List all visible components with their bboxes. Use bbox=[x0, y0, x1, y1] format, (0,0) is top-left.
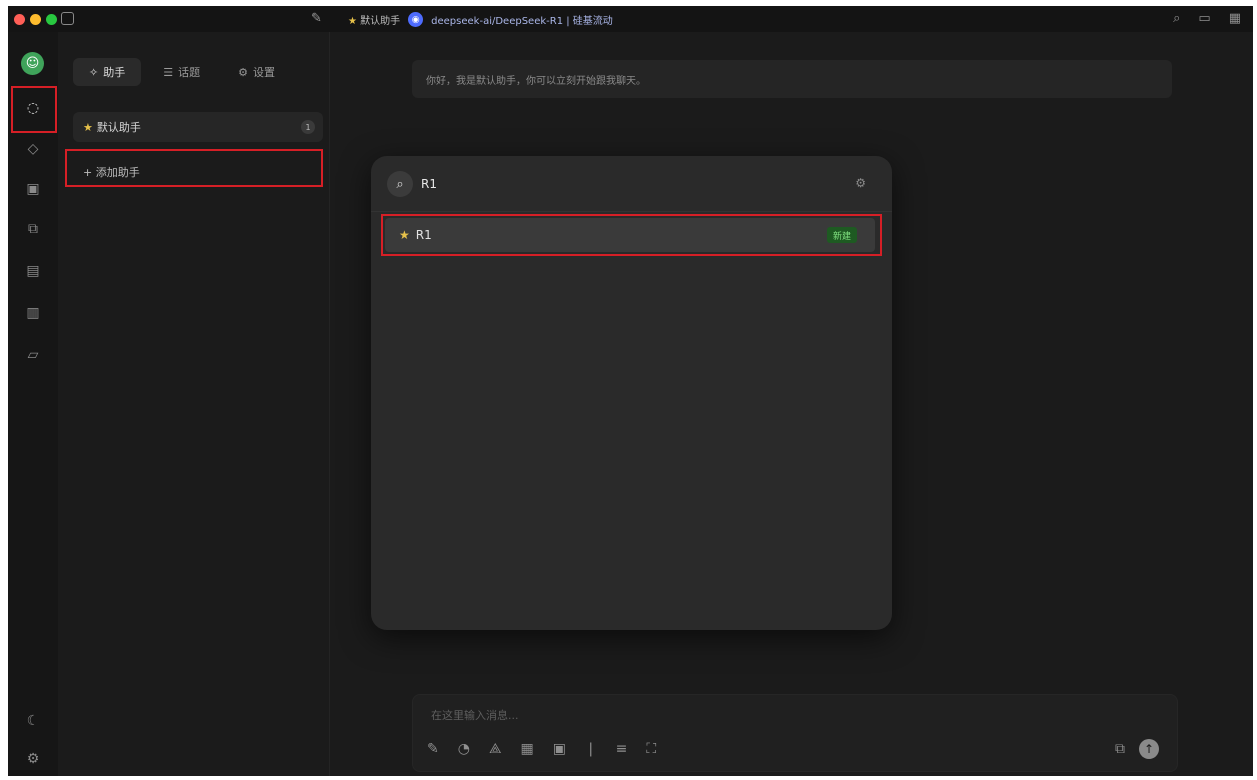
folder-icon[interactable]: ▱ bbox=[22, 344, 44, 366]
deepseek-logo-icon: ◉ bbox=[408, 12, 424, 27]
avatar[interactable]: ☺ bbox=[21, 52, 44, 75]
send-button[interactable]: ↑ bbox=[1139, 739, 1159, 759]
message-input[interactable]: 在这里输入消息... bbox=[431, 707, 519, 723]
assistant-settings-icon[interactable]: ◔ bbox=[458, 741, 470, 757]
theme-moon-icon[interactable]: ☾ bbox=[22, 710, 44, 732]
topic-count-badge: 1 bbox=[301, 120, 315, 134]
settings-icon[interactable]: ⚙ bbox=[855, 176, 866, 190]
composer-right-tools: ⧉ ↑ bbox=[1115, 739, 1159, 759]
tab-topics[interactable]: ☰ 话题 bbox=[147, 58, 216, 86]
grid-icon[interactable]: ▦ bbox=[1229, 11, 1241, 26]
panel-tabs: ✧ 助手 ☰ 话题 ⚙ 设置 bbox=[73, 58, 291, 86]
title-right-tools: ⌕ ▭ ▦ bbox=[1173, 11, 1241, 26]
composer-toolbar: ✎ ◔ ⟁ ▦ ▣ ❘ ≡ ⛶ bbox=[427, 741, 656, 757]
welcome-message: 你好，我是默认助手，你可以立刻开始跟我聊天。 bbox=[412, 60, 1172, 98]
search-input[interactable] bbox=[421, 171, 821, 197]
search-icon[interactable]: ⌕ bbox=[1173, 11, 1180, 26]
minimize-window-button[interactable] bbox=[30, 14, 41, 25]
assistant-panel: ✧ 助手 ☰ 话题 ⚙ 设置 ★ 默认助手 1 + 添加助手 bbox=[58, 32, 330, 776]
model-selector[interactable]: deepseek-ai/DeepSeek-R1 | 硅基流动 bbox=[431, 12, 613, 27]
attachment-image-icon[interactable]: ▣ bbox=[553, 741, 566, 757]
topic-icon: ☰ bbox=[163, 65, 174, 79]
close-window-button[interactable] bbox=[14, 14, 25, 25]
star-icon: ★ bbox=[348, 16, 357, 27]
maximize-window-button[interactable] bbox=[46, 14, 57, 25]
apps-icon[interactable]: ▤ bbox=[22, 260, 44, 282]
search-icon: ⌕ bbox=[387, 171, 413, 197]
settings-gear-icon[interactable]: ⚙ bbox=[22, 748, 44, 770]
tab-settings[interactable]: ⚙ 设置 bbox=[222, 58, 291, 86]
title-breadcrumb: ★ 默认助手 ◉ deepseek-ai/DeepSeek-R1 | 硅基流动 bbox=[348, 12, 613, 27]
agents-icon[interactable]: ◇ bbox=[22, 138, 44, 160]
star-icon: ★ bbox=[83, 120, 93, 134]
add-assistant-button[interactable]: + 添加助手 bbox=[73, 156, 323, 188]
app-window: ✎ ★ 默认助手 ◉ deepseek-ai/DeepSeek-R1 | 硅基流… bbox=[8, 6, 1253, 776]
knowledge-base-icon[interactable]: ▦ bbox=[520, 741, 533, 757]
search-result-item[interactable]: ★ R1 新建 bbox=[385, 218, 875, 252]
knowledge-icon[interactable]: ▥ bbox=[22, 302, 44, 324]
new-topic-icon[interactable]: ✎ bbox=[427, 741, 439, 757]
title-bar: ✎ ★ 默认助手 ◉ deepseek-ai/DeepSeek-R1 | 硅基流… bbox=[8, 6, 1253, 32]
tab-assistants[interactable]: ✧ 助手 bbox=[73, 58, 142, 86]
translate-icon[interactable]: ⧉ bbox=[1115, 741, 1125, 757]
message-composer: 在这里输入消息... ✎ ◔ ⟁ ▦ ▣ ❘ ≡ ⛶ ⧉ ↑ bbox=[412, 694, 1178, 772]
translate-icon[interactable]: ⧉ bbox=[22, 218, 44, 240]
assistant-icon: ✧ bbox=[89, 65, 99, 79]
image-icon[interactable]: ▣ bbox=[22, 178, 44, 200]
layout-icon[interactable]: ▭ bbox=[1198, 11, 1210, 26]
icon-rail: ☺ ◌ ◇ ▣ ⧉ ▤ ▥ ▱ ☾ ⚙ bbox=[8, 32, 58, 776]
attachment-icon[interactable]: ❘ bbox=[585, 741, 597, 757]
expand-icon[interactable]: ⛶ bbox=[646, 741, 656, 757]
model-icon[interactable]: ⟁ bbox=[489, 741, 502, 757]
sidebar-toggle-icon[interactable] bbox=[61, 12, 74, 25]
chat-icon[interactable]: ◌ bbox=[22, 97, 44, 119]
assistant-search-popup: ⌕ ⚙ ★ R1 新建 bbox=[371, 156, 892, 630]
divider bbox=[371, 211, 892, 212]
new-badge: 新建 bbox=[826, 227, 857, 243]
assistant-crumb[interactable]: ★ 默认助手 bbox=[348, 12, 400, 27]
star-icon: ★ bbox=[399, 228, 410, 242]
list-icon[interactable]: ≡ bbox=[616, 741, 628, 757]
new-chat-edit-icon[interactable]: ✎ bbox=[311, 11, 322, 26]
settings-icon: ⚙ bbox=[238, 65, 248, 79]
assistant-item-default[interactable]: ★ 默认助手 1 bbox=[73, 112, 323, 142]
